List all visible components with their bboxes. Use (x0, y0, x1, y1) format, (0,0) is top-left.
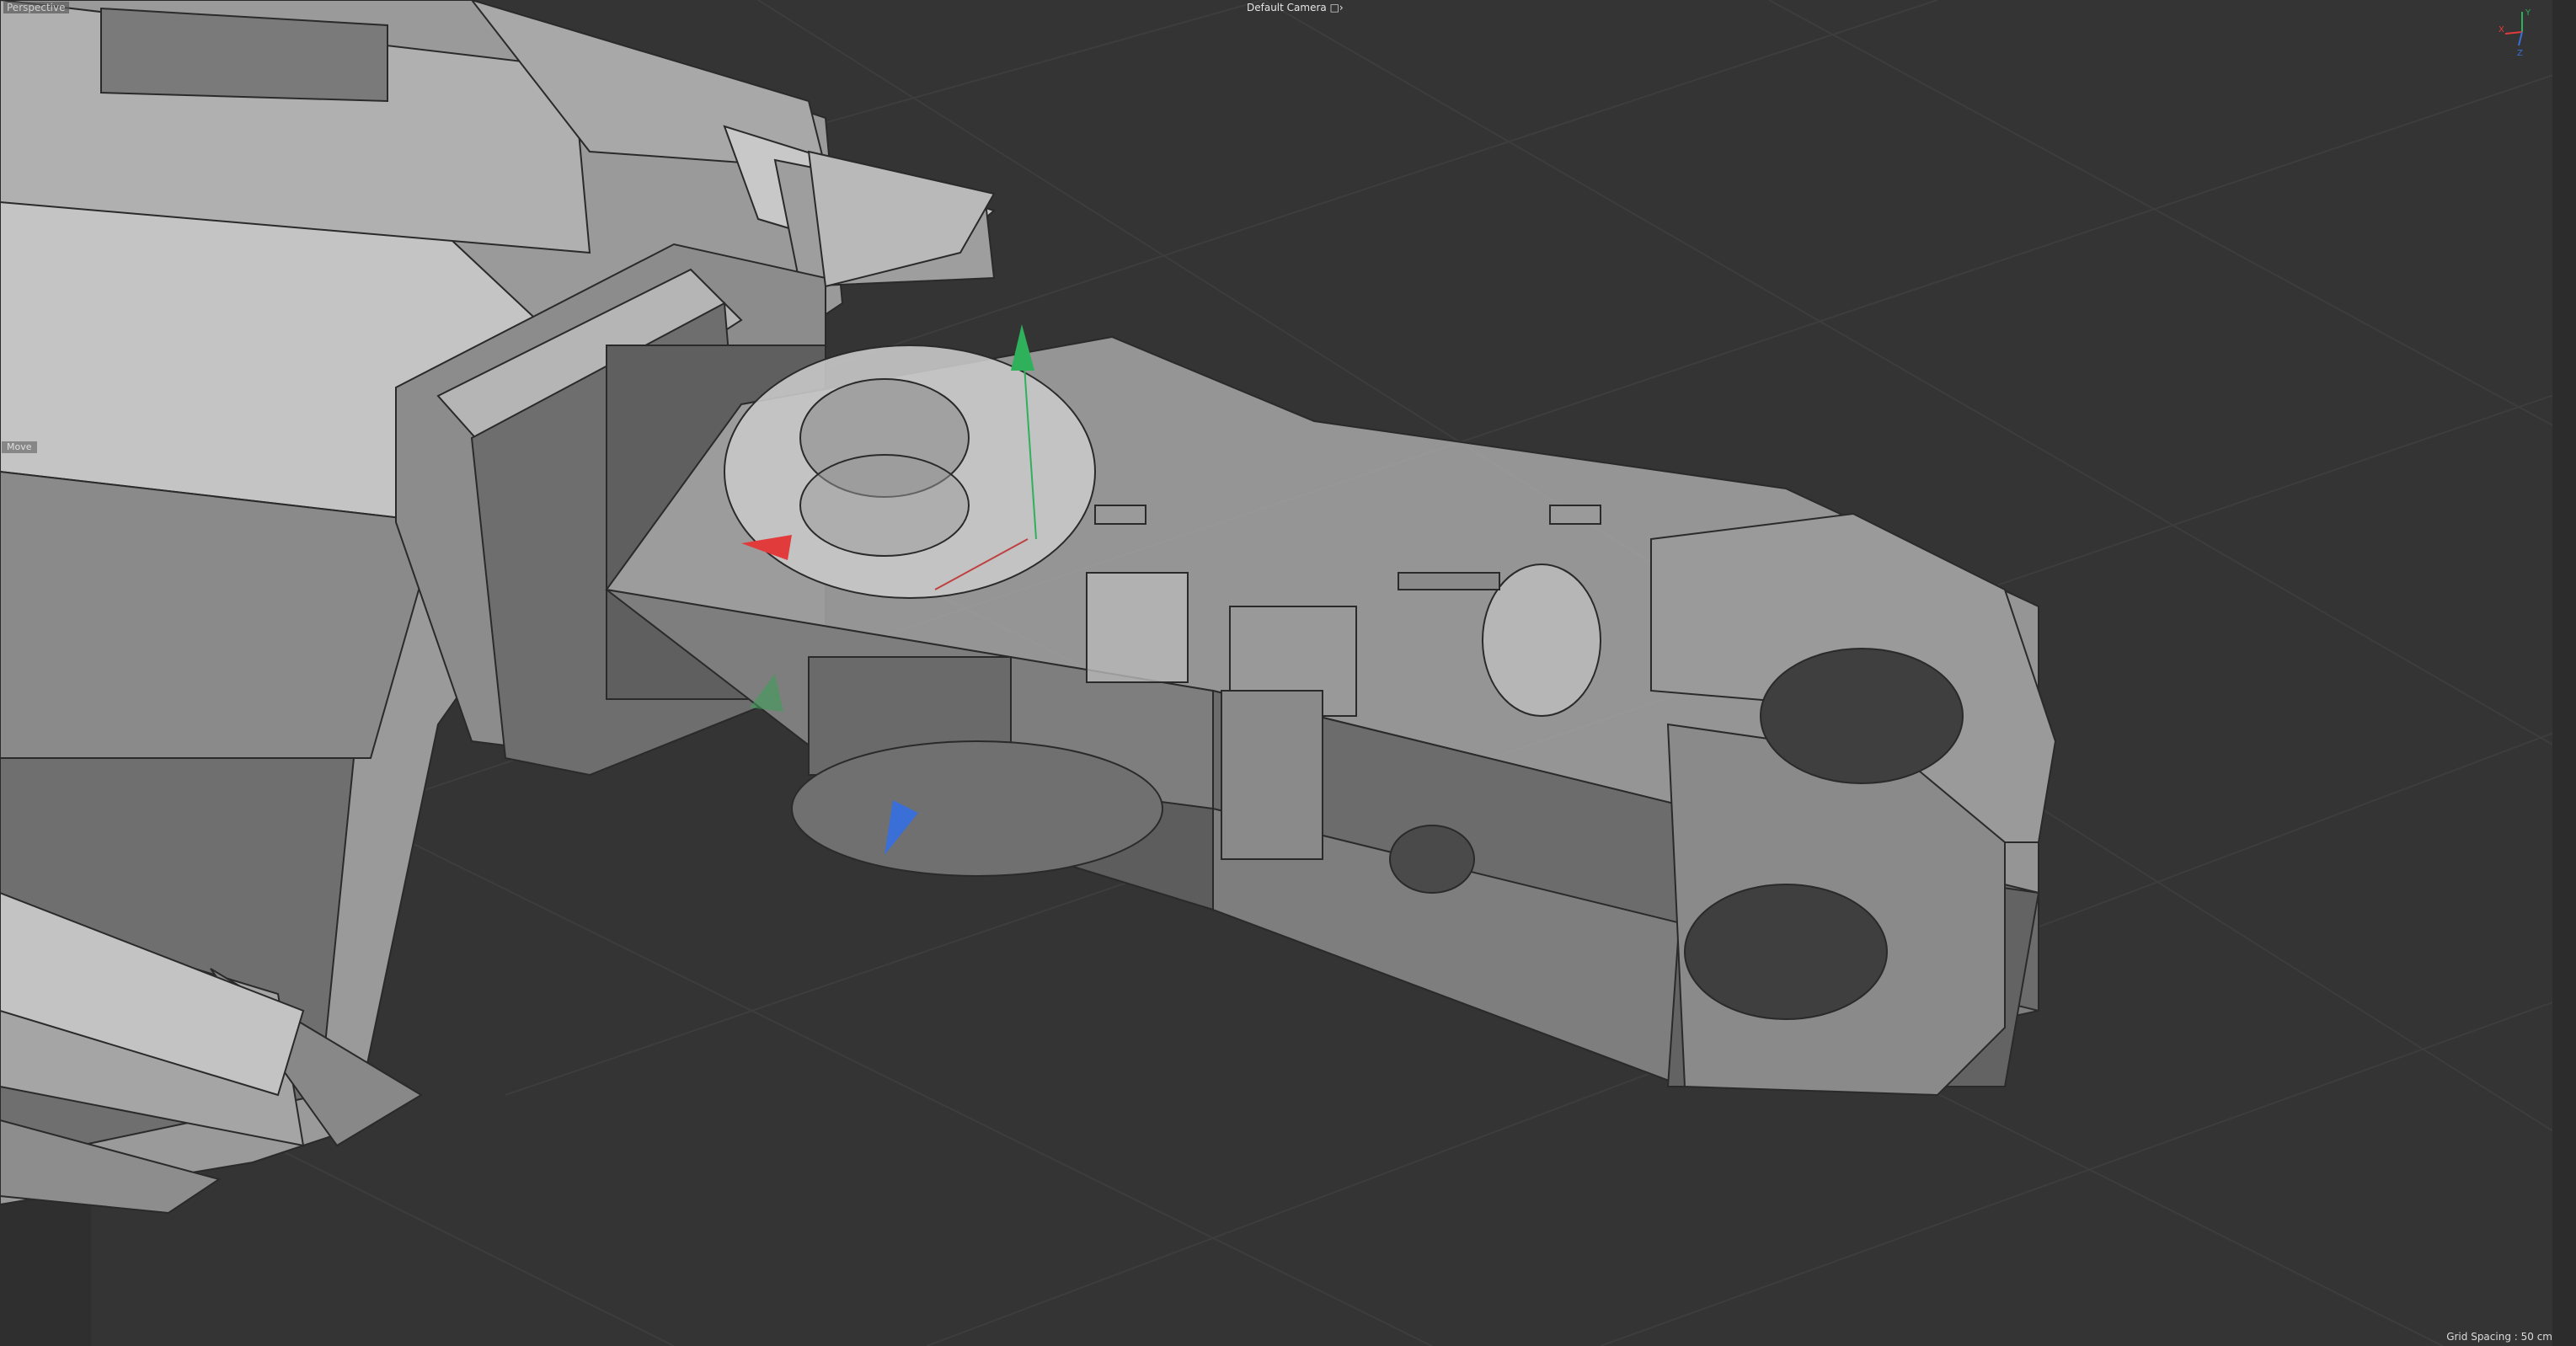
3d-viewport[interactable] (0, 0, 2576, 1346)
view-name-label[interactable]: Perspective (3, 2, 69, 13)
fork-end-mesh[interactable] (1650, 512, 2057, 1097)
axis-z-label: Z (2517, 49, 2523, 57)
axis-y-label: Y (2525, 8, 2531, 18)
axis-x-label: X (2499, 25, 2504, 35)
camera-follow-icon[interactable]: □› (1330, 2, 1344, 13)
axis-orientation-icon: Y X Z (2499, 8, 2531, 57)
camera-label[interactable]: Default Camera □› (1247, 2, 1344, 13)
gizmo-y-arrow[interactable] (1011, 324, 1034, 371)
active-tool-label: Move (2, 441, 37, 453)
camera-name: Default Camera (1247, 2, 1327, 13)
viewport-right-scroll-strip (2552, 0, 2576, 1346)
grid-spacing-label: Grid Spacing : 50 cm (2446, 1331, 2552, 1343)
